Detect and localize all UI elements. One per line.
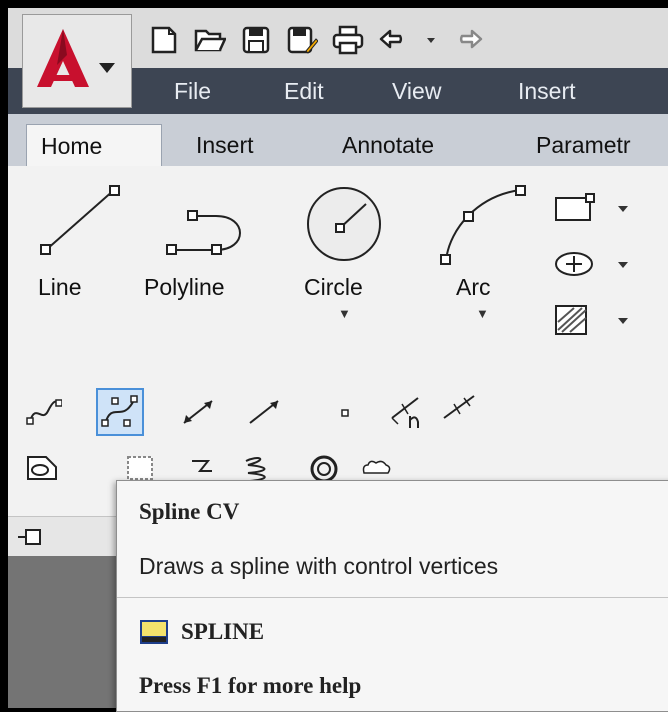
- pin-icon[interactable]: [16, 525, 46, 549]
- command-line-icon: [140, 620, 168, 644]
- undo-dropdown-icon[interactable]: [424, 24, 438, 56]
- tooltip-help: Press F1 for more help: [139, 673, 362, 698]
- point-icon: [341, 409, 349, 417]
- helix-icon: [245, 457, 266, 482]
- arc-icon: [440, 185, 526, 265]
- tooltip-command: SPLINE: [181, 619, 265, 644]
- menu-insert[interactable]: Insert: [518, 68, 576, 114]
- circle-label: Circle: [304, 274, 363, 300]
- spline-cv-tooltip: Spline CV Draws a spline with control ve…: [116, 480, 668, 712]
- arc-dropdown-icon[interactable]: ▼: [476, 306, 489, 321]
- construction-line-icon: [183, 400, 213, 424]
- ray-button[interactable]: [244, 392, 284, 432]
- menu-file[interactable]: File: [174, 68, 211, 114]
- arc-label: Arc: [456, 274, 491, 300]
- construction-line-button[interactable]: [178, 392, 218, 432]
- ribbon-tab-bar: Home Insert Annotate Parametr: [8, 114, 668, 167]
- measure-icon: [443, 395, 475, 419]
- 3d-polyline-icon: [192, 460, 212, 472]
- donut-icon: [310, 455, 338, 483]
- tab-insert[interactable]: Insert: [196, 124, 254, 166]
- circle-dropdown-icon[interactable]: ▼: [338, 306, 351, 321]
- menu-view[interactable]: View: [392, 68, 441, 114]
- divide-button[interactable]: [388, 392, 428, 432]
- circle-button[interactable]: Circle ▼: [290, 178, 400, 348]
- revision-cloud-icon: [362, 460, 391, 474]
- ray-icon: [249, 400, 279, 424]
- region-icon: [27, 456, 57, 480]
- polyline-icon: [166, 210, 241, 255]
- ribbon-draw-panel: Line Polyline Circle ▼ Arc ▼: [8, 166, 668, 377]
- ellipse-icon: [555, 252, 628, 276]
- open-file-icon[interactable]: [194, 24, 226, 56]
- spline-cv-icon: [101, 395, 138, 427]
- undo-icon[interactable]: [378, 24, 410, 56]
- line-button[interactable]: Line: [28, 178, 124, 318]
- redo-icon[interactable]: [452, 24, 484, 56]
- line-label: Line: [38, 274, 82, 300]
- divide-icon: [391, 397, 419, 428]
- point-button[interactable]: [326, 392, 366, 432]
- spline-cv-button[interactable]: [96, 388, 144, 436]
- rectangle-icon: [555, 193, 628, 221]
- menu-edit[interactable]: Edit: [284, 68, 324, 114]
- tooltip-command-row: SPLINE: [139, 617, 264, 647]
- tooltip-title: Spline CV: [139, 499, 240, 524]
- tab-parametric[interactable]: Parametr: [536, 124, 631, 166]
- hatch-button[interactable]: [548, 300, 638, 340]
- tab-home[interactable]: Home: [26, 124, 162, 166]
- ellipse-button[interactable]: [548, 246, 638, 282]
- save-as-icon[interactable]: [286, 24, 318, 56]
- polyline-button[interactable]: Polyline: [138, 178, 268, 318]
- measure-button[interactable]: [440, 388, 480, 428]
- save-icon[interactable]: [240, 24, 272, 56]
- tab-annotate[interactable]: Annotate: [342, 124, 434, 166]
- autocad-logo-icon: [37, 29, 115, 87]
- wipeout-icon: [127, 456, 153, 480]
- plot-icon[interactable]: [332, 24, 364, 56]
- quick-access-toolbar: [148, 20, 484, 60]
- tooltip-divider: [117, 597, 668, 598]
- spline-fit-button[interactable]: [24, 392, 64, 432]
- circle-icon: [307, 187, 381, 261]
- region-button[interactable]: [22, 448, 62, 488]
- line-icon: [40, 185, 120, 255]
- hatch-icon: [555, 305, 628, 335]
- application-menu-button[interactable]: [22, 14, 132, 108]
- polyline-label: Polyline: [144, 274, 225, 300]
- rectangle-button[interactable]: [548, 190, 638, 226]
- tooltip-description: Draws a spline with control vertices: [139, 553, 499, 579]
- arc-button[interactable]: Arc ▼: [428, 178, 538, 348]
- spline-fit-icon: [26, 399, 62, 425]
- new-file-icon[interactable]: [148, 24, 180, 56]
